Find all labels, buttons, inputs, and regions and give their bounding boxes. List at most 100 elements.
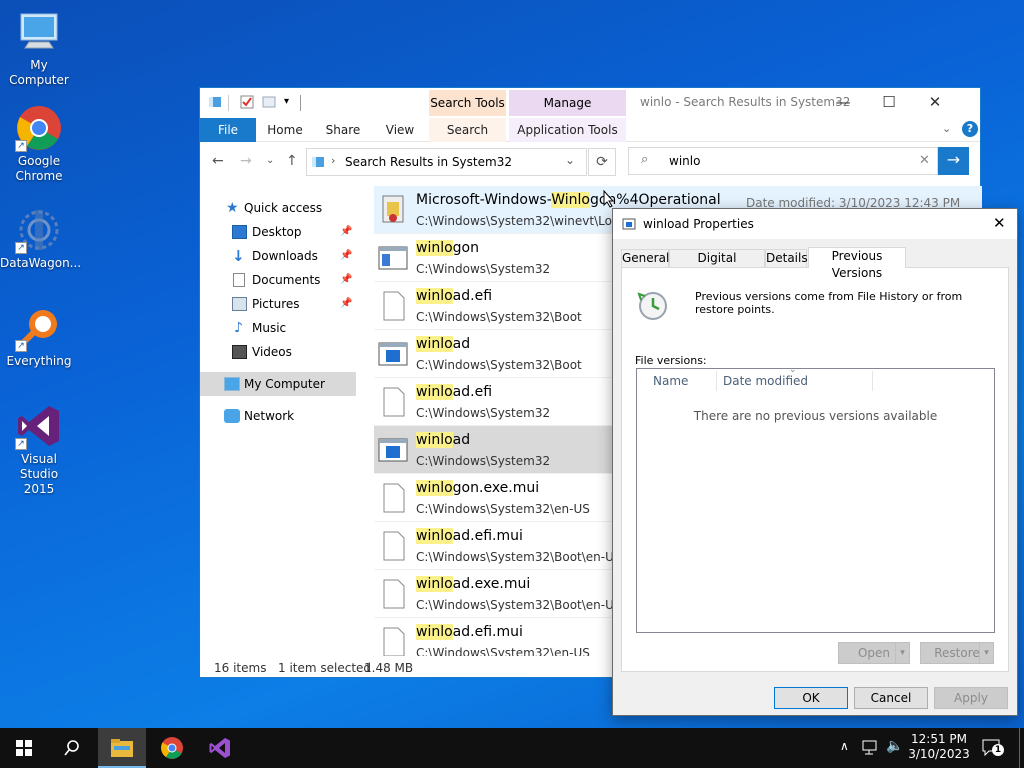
file-name: winload bbox=[416, 432, 471, 448]
file-name: winlogon bbox=[416, 240, 479, 256]
clear-search-icon[interactable]: ✕ bbox=[919, 153, 930, 168]
tab-share[interactable]: Share bbox=[314, 118, 372, 142]
refresh-button[interactable]: ⟳ bbox=[588, 148, 616, 176]
back-arrow-icon[interactable]: ← bbox=[212, 153, 224, 169]
videos-icon bbox=[232, 345, 247, 359]
properties-dialog[interactable]: winload Properties ✕ General Digital Sig… bbox=[612, 208, 1018, 716]
taskbar-file-explorer[interactable] bbox=[98, 728, 146, 768]
desktop-icon-label: My Computer bbox=[9, 58, 69, 87]
qa-customize-icon[interactable]: ▾ bbox=[284, 95, 294, 111]
address-bar[interactable]: › Search Results in System32 ⌄ bbox=[306, 148, 587, 176]
help-icon[interactable]: ? bbox=[962, 121, 978, 137]
desktop-icon-datawagon[interactable]: ↗ DataWagon... bbox=[0, 206, 82, 271]
nav-my-computer[interactable]: My Computer bbox=[200, 372, 356, 396]
item-count: 16 items bbox=[214, 661, 267, 675]
file-path: C:\Windows\System32 bbox=[416, 262, 551, 276]
minimize-button[interactable]: — bbox=[820, 88, 866, 118]
desktop-icon-visual-studio[interactable]: ↗ Visual Studio 2015 bbox=[0, 402, 78, 497]
restore-dropdown-icon[interactable]: ▾ bbox=[979, 643, 993, 663]
tab-details[interactable]: Details bbox=[765, 249, 808, 267]
taskbar-visual-studio[interactable] bbox=[196, 728, 244, 768]
qa-divider bbox=[228, 95, 229, 111]
start-button[interactable] bbox=[0, 728, 48, 768]
clock[interactable]: 12:51 PM 3/10/2023 bbox=[904, 732, 974, 762]
volume-icon[interactable]: 🔈 bbox=[886, 738, 903, 754]
up-arrow-icon[interactable]: ↑ bbox=[286, 153, 298, 169]
open-button[interactable]: Open ▾ bbox=[838, 642, 910, 664]
ribbon-collapse-icon[interactable]: ⌄ bbox=[942, 122, 951, 135]
column-name[interactable]: Name bbox=[653, 369, 713, 393]
new-folder-qa-icon[interactable] bbox=[262, 95, 276, 111]
taskbar-chrome[interactable] bbox=[148, 728, 196, 768]
close-button[interactable]: ✕ bbox=[912, 88, 958, 118]
context-tab-search-tools[interactable]: Search Tools bbox=[429, 90, 506, 116]
pin-icon[interactable]: 📌 bbox=[340, 220, 352, 244]
computer-icon bbox=[15, 8, 63, 56]
tab-digital-signatures[interactable]: Digital Signatures bbox=[669, 249, 765, 282]
restore-button[interactable]: Restore ▾ bbox=[920, 642, 994, 664]
pin-icon[interactable]: 📌 bbox=[340, 268, 352, 292]
breadcrumb-chevron-icon[interactable]: › bbox=[331, 154, 335, 167]
tab-search[interactable]: Search bbox=[429, 118, 506, 142]
network-tray-icon[interactable] bbox=[862, 740, 880, 756]
file-path: C:\Windows\System32\Boot bbox=[416, 358, 582, 372]
nav-downloads[interactable]: ↓ Downloads 📌 bbox=[200, 244, 356, 268]
file-path: C:\Windows\System32 bbox=[416, 406, 551, 420]
properties-qa-icon[interactable] bbox=[240, 95, 254, 111]
notification-center-button[interactable]: 1 bbox=[982, 738, 1004, 758]
column-divider bbox=[716, 371, 717, 391]
file-path: C:\Windows\System32\en-US bbox=[416, 502, 590, 516]
search-input[interactable]: winlo bbox=[669, 154, 700, 168]
desktop-icon-label: DataWagon... bbox=[0, 256, 82, 270]
tab-home[interactable]: Home bbox=[258, 118, 312, 142]
tab-file[interactable]: File bbox=[200, 118, 256, 142]
ok-button[interactable]: OK bbox=[774, 687, 848, 709]
nav-music[interactable]: ♪ Music bbox=[200, 316, 356, 340]
tab-view[interactable]: View bbox=[374, 118, 426, 142]
computer-icon bbox=[224, 377, 240, 391]
dialog-close-icon[interactable]: ✕ bbox=[993, 214, 1006, 232]
dialog-titlebar[interactable]: winload Properties ✕ bbox=[613, 209, 1017, 239]
file-name: winload.efi.mui bbox=[416, 528, 523, 544]
search-icon bbox=[64, 740, 79, 756]
nav-desktop[interactable]: Desktop 📌 bbox=[200, 220, 356, 244]
tab-application-tools[interactable]: Application Tools bbox=[509, 118, 626, 142]
taskbar-search-button[interactable] bbox=[48, 728, 96, 768]
desktop-icon-everything[interactable]: ↗ Everything bbox=[0, 304, 78, 369]
column-date-modified[interactable]: Date modified bbox=[723, 369, 873, 393]
desktop-icon-my-computer[interactable]: My Computer bbox=[0, 8, 78, 88]
show-desktop-button[interactable] bbox=[1019, 728, 1020, 768]
ribbon-tabs: File Home Share View Search Application … bbox=[200, 118, 980, 142]
explorer-titlebar[interactable]: ▾ Search Tools Manage winlo - Search Res… bbox=[200, 88, 980, 118]
maximize-button[interactable]: ☐ bbox=[866, 88, 912, 118]
pin-icon[interactable]: 📌 bbox=[340, 292, 352, 316]
pin-icon[interactable]: 📌 bbox=[340, 244, 352, 268]
tab-general[interactable]: General bbox=[621, 249, 669, 267]
forward-arrow-icon[interactable]: → bbox=[240, 153, 252, 169]
shortcut-arrow-icon: ↗ bbox=[15, 140, 27, 152]
nav-documents[interactable]: Documents 📌 bbox=[200, 268, 356, 292]
file-path: C:\Windows\System32 bbox=[416, 454, 551, 468]
apply-button[interactable]: Apply bbox=[934, 687, 1008, 709]
cancel-button[interactable]: Cancel bbox=[854, 687, 928, 709]
dialog-title: winload Properties bbox=[643, 217, 754, 231]
file-versions-list[interactable]: Name Date modified ⌄ There are no previo… bbox=[636, 365, 995, 633]
context-tab-manage[interactable]: Manage bbox=[509, 90, 626, 116]
tab-previous-versions[interactable]: Previous Versions bbox=[808, 247, 906, 280]
file-icon bbox=[383, 579, 405, 609]
breadcrumb[interactable]: Search Results in System32 bbox=[345, 155, 512, 169]
search-go-button[interactable]: → bbox=[938, 147, 969, 175]
address-dropdown-icon[interactable]: ⌄ bbox=[565, 153, 575, 167]
search-box[interactable]: ⌕ winlo ✕ bbox=[628, 147, 938, 175]
recent-locations-icon[interactable]: ⌄ bbox=[266, 155, 274, 166]
open-dropdown-icon[interactable]: ▾ bbox=[895, 643, 909, 663]
show-hidden-icons-icon[interactable]: ∧ bbox=[840, 739, 849, 753]
application-icon bbox=[378, 438, 408, 462]
nav-pictures[interactable]: Pictures 📌 bbox=[200, 292, 356, 316]
nav-network[interactable]: Network bbox=[200, 404, 356, 428]
nav-quick-access[interactable]: ★ Quick access bbox=[200, 196, 356, 220]
folder-icon bbox=[208, 95, 222, 111]
desktop-icon-google-chrome[interactable]: ↗ Google Chrome bbox=[0, 104, 78, 184]
shortcut-arrow-icon: ↗ bbox=[15, 438, 27, 450]
nav-videos[interactable]: Videos bbox=[200, 340, 356, 364]
